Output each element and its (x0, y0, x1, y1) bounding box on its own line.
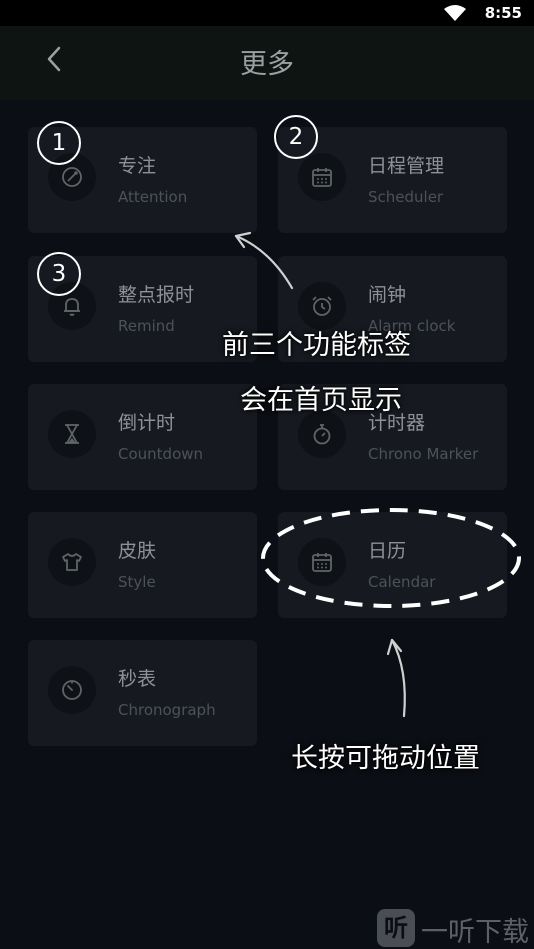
watermark-text: 一听下载 (421, 917, 529, 948)
arrow-to-calendar (386, 638, 406, 718)
calendar-icon (312, 553, 332, 572)
order-badge-3: 3 (37, 252, 81, 296)
tip-line-2: 会在首页显示 (240, 385, 402, 416)
card-subtitle: Style (118, 573, 156, 591)
watermark-logo: 听 (377, 909, 415, 947)
stopwatch-icon (313, 424, 331, 445)
tshirt-icon (62, 553, 82, 571)
icon-badge (48, 666, 96, 714)
icon-badge (48, 538, 96, 586)
card-subtitle: Scheduler (368, 188, 444, 206)
hourglass-icon (65, 424, 79, 444)
order-badge-1: 1 (37, 121, 81, 165)
icon-badge (298, 410, 346, 458)
feature-card-countdown[interactable]: 倒计时 Countdown (28, 384, 257, 490)
card-title: 日历 (368, 540, 407, 562)
calendar-icon (312, 168, 332, 187)
watermark: 听 一听下载 (369, 905, 534, 949)
compass-icon (62, 167, 82, 187)
tip-line-3: 长按可拖动位置 (291, 743, 480, 774)
icon-badge (298, 153, 346, 201)
card-title: 秒表 (118, 668, 157, 690)
alarm-clock-icon (312, 296, 332, 316)
feature-card-calendar[interactable]: 日历 Calendar (278, 512, 507, 618)
card-title: 日程管理 (368, 155, 445, 177)
card-title: 闹钟 (368, 284, 407, 306)
feature-card-chronograph[interactable]: 秒表 Chronograph (28, 640, 257, 746)
card-title: 倒计时 (118, 412, 176, 434)
card-title: 整点报时 (118, 284, 195, 306)
order-badge-2: 2 (274, 115, 318, 159)
page-title: 更多 (240, 49, 294, 80)
icon-badge (298, 538, 346, 586)
bell-icon (64, 298, 80, 316)
card-subtitle: Chronograph (118, 701, 216, 719)
top-app-bar: 更多 (0, 26, 534, 100)
chronograph-icon (62, 680, 82, 700)
card-subtitle: Calendar (368, 573, 436, 591)
feature-card-style[interactable]: 皮肤 Style (28, 512, 257, 618)
card-subtitle: Countdown (118, 445, 204, 463)
wifi-icon (444, 5, 466, 21)
tip-line-1: 前三个功能标签 (222, 330, 411, 361)
card-subtitle: Remind (118, 317, 175, 335)
card-title: 皮肤 (118, 540, 157, 562)
status-time: 8:55 (484, 4, 522, 22)
card-subtitle: Chrono Marker (368, 445, 479, 463)
status-bar: 8:55 (0, 0, 534, 26)
card-subtitle: Attention (118, 188, 188, 206)
icon-badge (48, 410, 96, 458)
card-title: 专注 (118, 155, 157, 177)
